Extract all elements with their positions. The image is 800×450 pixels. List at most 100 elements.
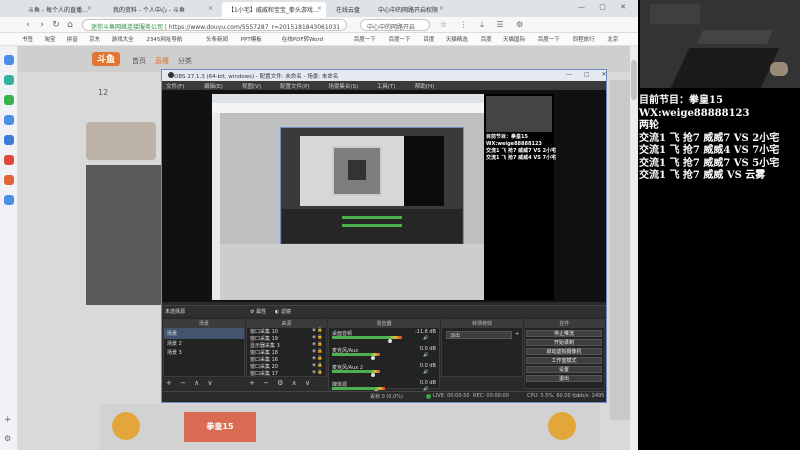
bookmark-item[interactable]: 百度 <box>481 35 492 43</box>
bookmark-item[interactable]: 百度一下 <box>354 35 376 43</box>
favorites-icon[interactable] <box>4 55 14 65</box>
control-button[interactable]: 退出 <box>526 375 602 382</box>
volume-slider[interactable] <box>371 356 375 360</box>
speaker-icon[interactable]: 🔊 <box>423 336 429 341</box>
source-item[interactable]: 窗口采集 19 ◉ 🔒 <box>247 335 326 342</box>
browser-tab[interactable]: 斗鱼 - 每个人的直播平台 × <box>22 2 96 17</box>
visibility-icon[interactable]: ◉ 🔒 <box>312 349 323 354</box>
gift-icon[interactable] <box>548 412 576 440</box>
source-item[interactable]: 窗口采集 18 ◉ 🔒 <box>247 349 326 356</box>
obs-menu-item[interactable]: 视图(V) <box>242 82 261 90</box>
site-logo[interactable]: 斗鱼 <box>92 52 120 66</box>
bookmark-item[interactable]: 百度 <box>423 35 434 43</box>
source-item[interactable]: 窗口采集 17 ◉ 🔒 <box>247 370 326 377</box>
volume-slider[interactable] <box>371 373 375 377</box>
history-icon[interactable] <box>4 75 14 85</box>
control-button[interactable]: 开始录制 <box>526 339 602 346</box>
control-button[interactable]: 工作室模式 <box>526 357 602 364</box>
visibility-icon[interactable]: ◉ 🔒 <box>312 342 323 347</box>
control-button[interactable]: 启动虚拟摄像机 <box>526 348 602 355</box>
speaker-icon[interactable]: 🔊 <box>423 370 429 375</box>
browser-tab-active[interactable]: 【1小宅】威威和宝宝_拳头游戏的... × <box>222 2 326 17</box>
obs-menu-item[interactable]: 文件(F) <box>166 82 184 90</box>
speaker-icon[interactable]: 🔊 <box>423 353 429 358</box>
scrollbar[interactable] <box>630 46 638 450</box>
url-field[interactable]: 迷你斗鱼网络连接服务公司 | https://www.douyu.com/555… <box>82 19 347 31</box>
refresh-icon[interactable]: ↻ <box>50 19 62 31</box>
overlay-mini-line: 交流1 飞 抢7 威威7 VS 2小宅 <box>486 148 557 154</box>
bookmark-item[interactable]: 同程旅行 <box>573 35 595 43</box>
bookmark-item[interactable]: 游戏大全 <box>112 35 134 43</box>
bookmark-item[interactable]: 天猫国际 <box>503 35 525 43</box>
source-item[interactable]: 窗口采集 20 ◉ 🔒 <box>247 363 326 370</box>
add-icon[interactable]: + <box>515 331 519 337</box>
add-icon[interactable]: + <box>4 415 12 425</box>
game-icon[interactable] <box>4 175 14 185</box>
source-item[interactable]: 显示器采集 3 ◉ 🔒 <box>247 342 326 349</box>
nav-category[interactable]: 分类 <box>178 57 192 65</box>
visibility-icon[interactable]: ◉ 🔒 <box>312 370 323 375</box>
close-icon[interactable]: × <box>208 5 213 12</box>
avatar[interactable] <box>86 122 156 160</box>
cloud-icon[interactable] <box>4 115 14 125</box>
bookmark-item[interactable]: 天猫精选 <box>446 35 468 43</box>
obs-menu-item[interactable]: 场景集合(S) <box>328 82 358 90</box>
browser-tab[interactable]: 中心中的网路开启权限 × <box>372 2 448 17</box>
window-controls[interactable]: — ▢ ✕ <box>578 3 632 11</box>
properties-button[interactable]: ⚙ 属性 <box>250 308 266 315</box>
bookmark-item[interactable]: 北京 <box>607 35 618 43</box>
bookmark-item[interactable]: 百度一下 <box>538 35 560 43</box>
scrollbar-thumb[interactable] <box>631 60 637 100</box>
visibility-icon[interactable]: ◉ 🔒 <box>312 363 323 368</box>
bookmark-item[interactable]: 拼音 <box>67 35 78 43</box>
settings-icon[interactable]: ⚙ <box>4 434 11 443</box>
nav-home[interactable]: 首页 <box>132 57 146 65</box>
bookmark-item[interactable]: 书签 <box>22 35 33 43</box>
back-icon[interactable]: ‹ <box>22 19 34 31</box>
nested-address-bar <box>212 103 484 113</box>
source-item[interactable]: 窗口采集 16 ◉ 🔒 <box>247 356 326 363</box>
notes-icon[interactable] <box>4 135 14 145</box>
close-icon[interactable]: × <box>87 5 92 12</box>
forward-icon[interactable]: › <box>36 19 48 31</box>
filters-button[interactable]: ◐ 滤镜 <box>275 308 291 315</box>
browser-tab[interactable]: 我的资料 - 个人中心 - 斗鱼 × <box>107 2 217 17</box>
scene-item[interactable]: 场景 3 <box>164 348 244 357</box>
volume-slider[interactable] <box>388 339 392 343</box>
visibility-icon[interactable]: ◉ 🔒 <box>312 356 323 361</box>
toolbar-icons[interactable]: ☆ ⋮ ⤓ ☰ ⚙ <box>440 20 528 30</box>
tools-icon[interactable] <box>4 195 14 205</box>
nav-live[interactable]: 直播 <box>155 57 169 65</box>
home-icon[interactable]: ⌂ <box>64 19 76 31</box>
obs-window-controls[interactable]: — ▢ ✕ <box>566 71 612 78</box>
search-input[interactable]: 中心中的网路开启 <box>360 19 430 31</box>
obs-menu-item[interactable]: 帮助(H) <box>415 82 434 90</box>
scene-item[interactable]: 场景 2 <box>164 339 244 348</box>
video-icon[interactable] <box>4 155 14 165</box>
obs-menu-item[interactable]: 配置文件(P) <box>280 82 310 90</box>
bookmark-item[interactable]: 淘宝 <box>44 35 55 43</box>
bookmark-item[interactable]: 头条新闻 <box>206 35 228 43</box>
gift-icon[interactable] <box>112 412 140 440</box>
chat-icon[interactable] <box>4 95 14 105</box>
control-button[interactable]: 设置 <box>526 366 602 373</box>
obs-menu-item[interactable]: 工具(T) <box>377 82 396 90</box>
visibility-icon[interactable]: ◉ 🔒 <box>312 328 323 333</box>
bookmark-item[interactable]: 百度一下 <box>389 35 411 43</box>
visibility-icon[interactable]: ◉ 🔒 <box>312 335 323 340</box>
scene-item[interactable]: 场景 <box>164 328 244 339</box>
browser-tab[interactable]: 在线云盘 <box>330 2 368 17</box>
control-button[interactable]: 停止推流 <box>526 330 602 337</box>
obs-menu-item[interactable]: 编辑(E) <box>204 82 223 90</box>
bookmark-item[interactable]: PPT模板 <box>241 35 262 43</box>
source-controls[interactable]: + − ⚙ ∧ ∨ <box>249 379 313 387</box>
source-item[interactable]: 窗口采集 10 ◉ 🔒 <box>247 328 326 335</box>
bookmark-item[interactable]: 在线PDF转Word <box>282 35 323 43</box>
transition-select[interactable]: 淡出 <box>446 331 512 339</box>
bookmark-item[interactable]: 2345网址导航 <box>146 35 182 43</box>
bookmark-item[interactable]: 京东 <box>89 35 100 43</box>
close-icon[interactable]: × <box>439 5 444 12</box>
scene-controls[interactable]: + − ∧ ∨ <box>166 379 216 387</box>
close-icon[interactable]: × <box>317 5 322 12</box>
banner-text[interactable]: 拳皇15 <box>184 412 256 442</box>
